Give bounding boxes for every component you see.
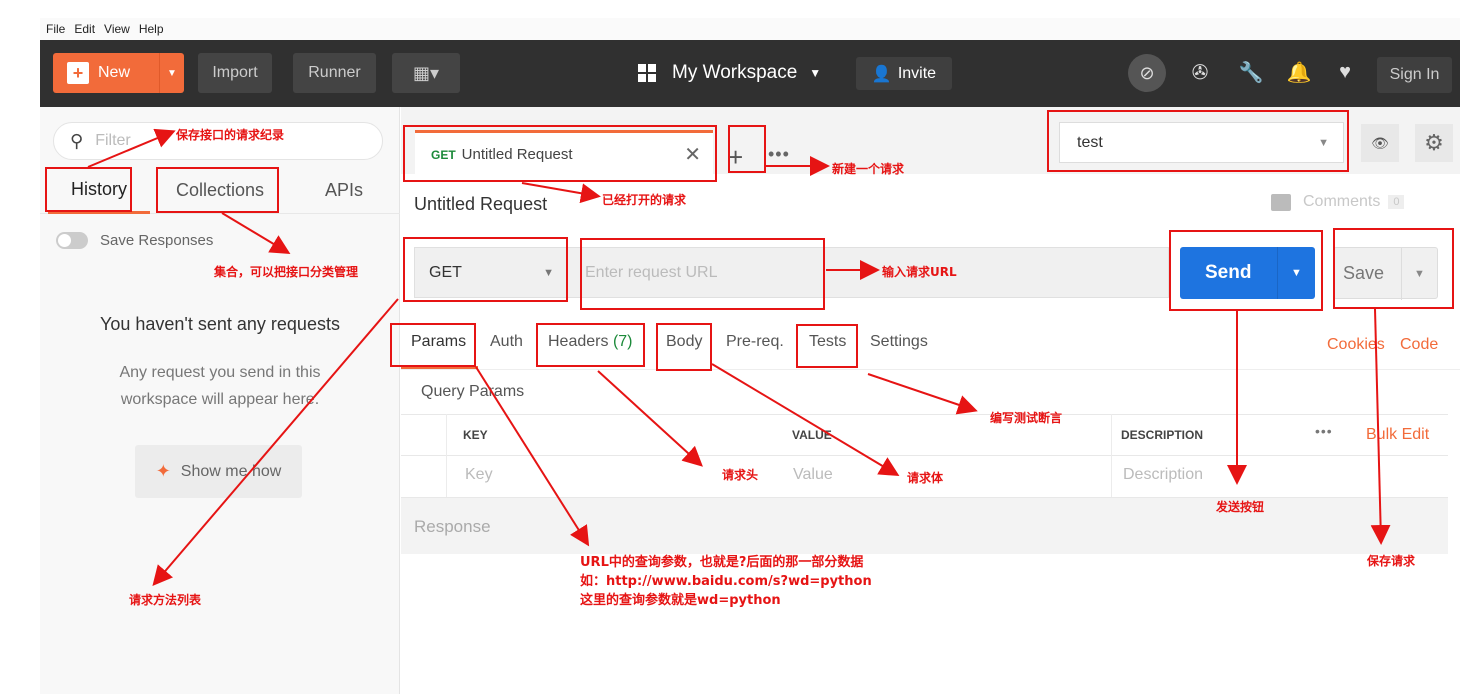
- annotation-collections: 集合，可以把接口分类管理: [214, 265, 359, 279]
- annotation-headers: 请求头: [722, 468, 759, 482]
- annotation-send: 发送按钮: [1216, 500, 1265, 514]
- annotation-params-line2: 如：http://www.baidu.com/s?wd=python: [580, 574, 872, 589]
- annotation-history: 保存接口的请求纪录: [176, 128, 285, 142]
- annotation-save: 保存请求: [1367, 554, 1416, 568]
- annotation-new-request: 新建一个请求: [832, 162, 905, 176]
- annotation-method-list: 请求方法列表: [129, 593, 202, 607]
- annotation-params-line1: URL中的查询参数，也就是?后面的那一部分数据: [580, 555, 864, 570]
- annotation-params-line3: 这里的查询参数就是wd=python: [580, 593, 781, 608]
- annotation-params: URL中的查询参数，也就是?后面的那一部分数据 如：http://www.bai…: [580, 553, 872, 610]
- annotation-opened-request: 已经打开的请求: [602, 193, 687, 207]
- annotation-body: 请求体: [907, 471, 944, 485]
- annotation-url: 输入请求URL: [882, 265, 957, 279]
- annotation-tests: 编写测试断言: [990, 411, 1063, 425]
